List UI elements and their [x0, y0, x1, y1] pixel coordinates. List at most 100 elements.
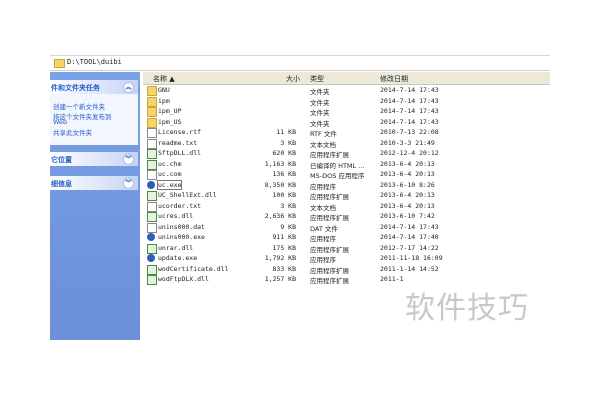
chevron-down-icon[interactable]: ︾ — [123, 154, 134, 165]
file-type: 应用程序扩展 — [310, 214, 349, 222]
details-header[interactable]: 细信息 ︾ — [50, 176, 138, 190]
file-row[interactable]: uc.com 136 KB MS-DOS 应用程序 2013-6-4 20:13 — [143, 169, 473, 180]
file-row[interactable]: SftpDLL.dll 620 KB 应用程序扩展 2012-12-4 20:12 — [143, 148, 473, 159]
exe-icon — [147, 180, 155, 189]
file-date: 2014-7-14 17:40 — [380, 233, 439, 241]
file-row[interactable]: readme.txt 3 KB 文本文档 2010-3-3 21:49 — [143, 138, 473, 149]
task-new-folder[interactable]: 创建一个新文件夹 — [53, 101, 105, 111]
file-row[interactable]: UC_ShellExt.dll 100 KB 应用程序扩展 2013-6-4 20:1… — [143, 190, 473, 201]
file-icon — [147, 138, 157, 149]
file-row[interactable]: ipm 文件夹 2014-7-14 17:43 — [143, 96, 473, 107]
file-name: wodFtpDLX.dll — [158, 275, 209, 283]
file-name: uc.com — [158, 170, 182, 178]
file-row[interactable]: unins000.dat 9 KB DAT 文件 2014-7-14 17:43 — [143, 222, 473, 233]
file-row[interactable]: update.exe 1,792 KB 应用程序 2011-11-18 16:09 — [143, 253, 473, 264]
file-row[interactable]: unrar.dll 175 KB 应用程序扩展 2012-7-17 14:22 — [143, 243, 473, 254]
other-places-header[interactable]: 它位置 ︾ — [50, 152, 138, 166]
file-name: unins000.dat — [158, 222, 205, 231]
file-date: 2014-7-14 17:43 — [380, 107, 439, 115]
file-name: uc.chm — [158, 159, 182, 168]
file-date: 2010-3-3 21:49 — [380, 138, 435, 147]
file-row[interactable]: ipm_US 文件夹 2014-7-14 17:43 — [143, 117, 473, 128]
section-header[interactable]: 件和文件夹任务 ︽ — [50, 80, 138, 94]
folder-icon — [147, 86, 157, 96]
file-date: 2014-7-14 17:43 — [380, 117, 439, 126]
file-type: 文件夹 — [310, 119, 330, 128]
exe-icon — [147, 254, 155, 262]
file-type: RTF 文件 — [310, 130, 337, 138]
section-title: 件和文件夹任务 — [51, 84, 100, 92]
task-publish-web-2[interactable]: Web — [53, 118, 67, 126]
file-name: GNU — [158, 86, 170, 94]
file-icon — [147, 201, 157, 212]
file-row[interactable]: unins000.exe 911 KB 应用程序 2014-7-14 17:40 — [143, 232, 473, 243]
column-type[interactable]: 类型 — [310, 74, 324, 84]
file-name: wodCertificate.dll — [158, 264, 229, 273]
task-share-folder[interactable]: 共享此文件夹 — [53, 127, 92, 137]
folder-icon — [147, 96, 157, 107]
file-type: 应用程序扩展 — [310, 193, 349, 201]
file-type: 应用程序 — [310, 235, 336, 243]
watermark: 软件技巧 — [405, 291, 529, 326]
file-size: 9 KB — [280, 222, 296, 231]
file-row[interactable]: ipm_UP 文件夹 2014-7-14 17:43 — [143, 106, 473, 117]
file-date: 2013-6-4 20:13 — [380, 170, 435, 178]
dll-icon — [147, 149, 157, 159]
file-size: 1,792 KB — [264, 254, 296, 262]
file-date: 2013-6-4 20:13 — [380, 201, 435, 210]
file-type: 应用程序扩展 — [310, 266, 349, 275]
file-size: 2,636 KB — [264, 212, 296, 220]
file-name: ucres.dll — [158, 212, 194, 220]
file-date: 2013-6-4 20:13 — [380, 191, 435, 199]
file-date: 2011-1 — [380, 275, 404, 283]
file-size: 833 KB — [272, 264, 296, 273]
file-date: 2011-1-14 14:52 — [380, 264, 439, 273]
file-row[interactable]: ucres.dll 2,636 KB 应用程序扩展 2013-6-10 7:42 — [143, 211, 473, 222]
chevron-down-icon[interactable]: ︾ — [123, 178, 134, 189]
folder-icon — [147, 117, 157, 128]
file-type: DAT 文件 — [310, 224, 338, 233]
file-name: SftpDLL.dll — [158, 149, 202, 157]
chevron-up-icon[interactable]: ︽ — [123, 82, 134, 93]
file-date: 2014-7-14 17:43 — [380, 96, 439, 105]
file-folder-tasks-section: 件和文件夹任务 ︽ 创建一个新文件夹 将这个文件夹发布到 Web 共享此文件夹 — [50, 80, 138, 145]
file-size: 100 KB — [272, 191, 296, 199]
column-headers: 名称 ▲ 大小 类型 修改日期 — [143, 72, 550, 85]
section-title: 细信息 — [51, 180, 72, 188]
file-type: 文本文档 — [310, 203, 336, 212]
file-name: ipm_US — [158, 117, 182, 126]
file-row[interactable]: GNU 文件夹 2014-7-14 17:43 — [143, 85, 473, 96]
file-icon — [147, 128, 157, 138]
file-type: 应用程序 — [310, 256, 336, 264]
column-size[interactable]: 大小 — [286, 74, 300, 84]
dll-icon — [147, 275, 157, 285]
folder-icon — [54, 59, 65, 68]
file-row[interactable]: License.rtf 11 KB RTF 文件 2010-7-13 22:08 — [143, 127, 473, 138]
dll-icon — [147, 159, 157, 170]
file-type: 文件夹 — [310, 98, 330, 107]
file-name: ipm — [158, 96, 170, 105]
column-date[interactable]: 修改日期 — [380, 74, 408, 84]
file-row[interactable]: uc.chm 1,163 KB 已编译的 HTML ... 2013-6-4 20:1… — [143, 159, 473, 170]
file-name: readme.txt — [158, 138, 198, 147]
file-type: 文本文档 — [310, 140, 336, 149]
file-row[interactable]: ucorder.txt 3 KB 文本文档 2013-6-4 20:13 — [143, 201, 473, 212]
file-icon — [147, 222, 157, 233]
file-date: 2012-12-4 20:12 — [380, 149, 439, 157]
section-title: 它位置 — [51, 156, 72, 164]
file-name: UC_ShellExt.dll — [158, 191, 217, 199]
file-type: 应用程序扩展 — [310, 277, 349, 285]
address-bar[interactable]: D:\TOOL\duibi — [50, 55, 550, 71]
file-size: 136 KB — [272, 170, 296, 178]
file-size: 175 KB — [272, 243, 296, 252]
file-row[interactable]: wodCertificate.dll 833 KB 应用程序扩展 2011-1-14 … — [143, 264, 473, 275]
file-type: MS-DOS 应用程序 — [310, 172, 365, 180]
file-size: 1,257 KB — [264, 275, 296, 283]
address-path: D:\TOOL\duibi — [67, 58, 122, 66]
file-size: 8,350 KB — [264, 180, 296, 189]
task-pane: 件和文件夹任务 ︽ 创建一个新文件夹 将这个文件夹发布到 Web 共享此文件夹 … — [50, 72, 140, 340]
column-name[interactable]: 名称 ▲ — [153, 74, 175, 84]
file-row[interactable]: uc.exe 8,350 KB 应用程序 2013-6-10 8:26 — [143, 179, 473, 191]
file-name: unins000.exe — [158, 233, 205, 241]
file-size: 620 KB — [272, 149, 296, 157]
